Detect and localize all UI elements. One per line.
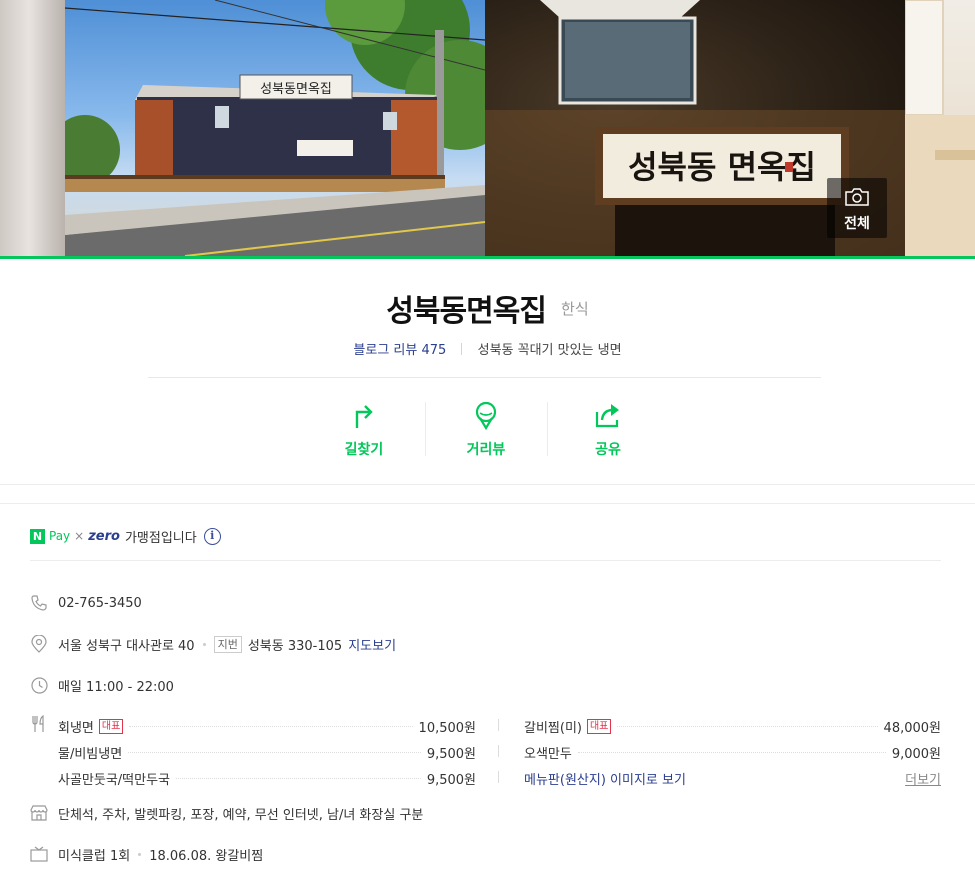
representative-badge: 대표 bbox=[586, 718, 612, 734]
menu-list-left: 회냉면 대표 10,500원 물/비빔냉면 9,500원 사골만둣국/떡만두국 … bbox=[58, 715, 476, 791]
address-separator bbox=[202, 642, 206, 646]
hours-row: 매일 11:00 - 22:00 bbox=[30, 675, 174, 695]
tv-show-name: 미식클럽 1회 bbox=[58, 848, 131, 864]
place-title: 성북동면옥집 한식 bbox=[0, 286, 975, 330]
streetview-label: 거리뷰 bbox=[466, 442, 506, 458]
camera-icon bbox=[845, 188, 869, 206]
share-button[interactable]: 공유 bbox=[547, 398, 669, 460]
title-divider bbox=[148, 377, 821, 378]
phone-row: 02-765-3450 bbox=[30, 593, 142, 613]
place-name: 성북동면옥집 bbox=[386, 294, 547, 329]
menu-column-divider bbox=[498, 745, 499, 757]
menu-leader-line bbox=[129, 725, 413, 727]
clock-icon bbox=[30, 676, 48, 694]
menu-item-price: 48,000원 bbox=[883, 720, 941, 736]
menu-leader-line bbox=[617, 725, 878, 727]
menu-item-name: 사골만둣국/떡만두국 bbox=[58, 772, 171, 788]
address-row: 서울 성북구 대사관로 40 지번 성북동 330-105 지도보기 bbox=[30, 634, 396, 654]
place-category: 한식 bbox=[561, 299, 589, 318]
npay-zero-banner: N Pay × zero 가맹점입니다 i bbox=[30, 526, 221, 546]
amenities-text: 단체석, 주차, 발렛파킹, 포장, 예약, 무선 인터넷, 남/녀 화장실 구… bbox=[58, 807, 424, 823]
menu-item-name: 갈비찜(미) bbox=[524, 720, 582, 736]
business-hours: 매일 11:00 - 22:00 bbox=[58, 679, 174, 695]
photo-left-partial[interactable] bbox=[0, 0, 65, 256]
blog-review-count: 475 bbox=[421, 343, 447, 358]
interior-image bbox=[905, 0, 975, 256]
menu-list-right: 갈비찜(미) 대표 48,000원 오색만두 9,000원 메뉴판(원산지) 이… bbox=[524, 715, 941, 791]
tv-icon bbox=[30, 845, 48, 863]
menu-item: 갈비찜(미) 대표 48,000원 bbox=[524, 713, 941, 739]
menu-more-link[interactable]: 더보기 bbox=[905, 769, 941, 788]
place-subtitle: 블로그 리뷰 475 성북동 꼭대기 맛있는 냉면 bbox=[0, 339, 975, 358]
menu-item-price: 10,500원 bbox=[418, 720, 476, 736]
view-all-photos-label: 전체 bbox=[844, 216, 870, 232]
photo-right-partial[interactable] bbox=[905, 0, 975, 256]
streetview-icon bbox=[475, 401, 497, 430]
amenities-row: 단체석, 주차, 발렛파킹, 포장, 예약, 무선 인터넷, 남/녀 화장실 구… bbox=[30, 803, 423, 823]
directions-icon bbox=[355, 405, 373, 428]
blog-review-link[interactable]: 블로그 리뷰 475 bbox=[353, 343, 446, 358]
menu-item-name: 회냉면 bbox=[58, 720, 94, 736]
pay-text: Pay bbox=[49, 529, 71, 543]
menu-leader-line bbox=[577, 751, 886, 753]
header-accent-line bbox=[0, 256, 975, 259]
menu-item: 사골만둣국/떡만두국 9,500원 bbox=[58, 765, 476, 791]
menu-item: 오색만두 9,000원 bbox=[524, 739, 941, 765]
phone-number[interactable]: 02-765-3450 bbox=[58, 596, 142, 611]
streetview-button[interactable]: 거리뷰 bbox=[425, 398, 547, 460]
tv-show-date: 18.06.08. 왕갈비찜 bbox=[149, 848, 264, 864]
blog-review-label: 블로그 리뷰 bbox=[353, 343, 418, 358]
menu-item-price: 9,500원 bbox=[426, 772, 476, 788]
share-label: 공유 bbox=[595, 442, 621, 458]
zero-pay-logo: zero bbox=[88, 528, 120, 544]
view-all-photos-button[interactable]: 전체 bbox=[827, 178, 887, 238]
tv-separator bbox=[138, 852, 142, 856]
menu-leader-line bbox=[176, 777, 421, 779]
cross-text: × bbox=[74, 529, 85, 543]
location-pin-icon bbox=[30, 635, 48, 653]
menu-item-name: 물/비빔냉면 bbox=[58, 746, 123, 762]
place-tagline: 성북동 꼭대기 맛있는 냉면 bbox=[477, 343, 622, 358]
jibun-badge: 지번 bbox=[213, 635, 242, 653]
share-icon bbox=[595, 404, 619, 428]
naver-pay-logo-icon: N bbox=[30, 528, 45, 544]
fork-knife-icon bbox=[30, 714, 48, 733]
menu-item-price: 9,000원 bbox=[891, 746, 941, 762]
info-divider bbox=[30, 560, 941, 561]
restaurant-exterior-image: 성북동면옥집 bbox=[65, 0, 485, 256]
directions-label: 길찾기 bbox=[344, 442, 384, 458]
menu-item-price: 9,500원 bbox=[426, 746, 476, 762]
action-bar: 길찾기 거리뷰 공유 bbox=[303, 398, 669, 460]
section-divider bbox=[0, 484, 975, 485]
menu-links-row: 메뉴판(원산지) 이미지로 보기 더보기 bbox=[524, 765, 941, 791]
npay-description: 가맹점입니다 bbox=[124, 530, 197, 546]
menu-leader-line bbox=[128, 751, 421, 753]
menu-column-divider bbox=[498, 771, 499, 783]
jibun-address: 성북동 330-105 bbox=[247, 638, 343, 654]
photo-gallery[interactable]: 성북동면옥집 성북동 면옥집 전체 bbox=[0, 0, 975, 256]
menu-item: 물/비빔냉면 9,500원 bbox=[58, 739, 476, 765]
representative-badge: 대표 bbox=[98, 718, 124, 734]
road-address: 서울 성북구 대사관로 40 bbox=[58, 638, 195, 654]
info-icon[interactable]: i bbox=[203, 527, 221, 545]
menu-board-image-link[interactable]: 메뉴판(원산지) 이미지로 보기 bbox=[524, 769, 686, 788]
menu-item-name: 오색만두 bbox=[524, 746, 572, 762]
menu-column-divider bbox=[498, 719, 499, 731]
menu-item: 회냉면 대표 10,500원 bbox=[58, 713, 476, 739]
store-icon bbox=[30, 804, 48, 822]
exterior-sign-text: 성북동면옥집 bbox=[260, 82, 332, 97]
phone-icon bbox=[30, 594, 48, 612]
section-divider bbox=[0, 503, 975, 504]
subtitle-divider bbox=[461, 343, 463, 355]
map-view-link[interactable]: 지도보기 bbox=[348, 635, 396, 654]
photo-restaurant-exterior[interactable]: 성북동면옥집 bbox=[65, 0, 485, 256]
tv-row: 미식클럽 1회 18.06.08. 왕갈비찜 bbox=[30, 844, 263, 864]
directions-button[interactable]: 길찾기 bbox=[303, 398, 425, 460]
